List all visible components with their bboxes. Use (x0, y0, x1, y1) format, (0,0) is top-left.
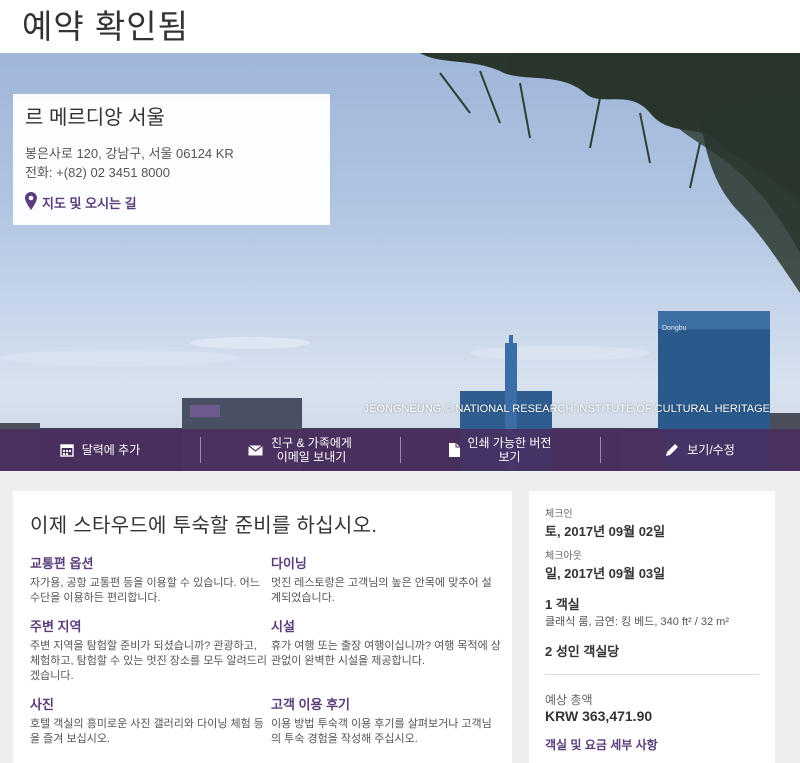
tile-dining[interactable]: 다이닝 멋진 레스토랑은 고객님의 높은 안목에 맞추어 설계되었습니다. (271, 553, 501, 606)
tile-title[interactable]: 교통편 옵션 (30, 553, 270, 572)
checkout-label: 체크아웃 (545, 551, 582, 562)
hotel-name: 르 메르디앙 서울 (25, 107, 165, 129)
email-friends-label: 친구 & 가족에게 이메일 보내기 (271, 436, 352, 464)
hotel-phone[interactable]: 전화: +(82) 02 3451 8000 (25, 163, 318, 182)
map-pin-icon (25, 192, 37, 213)
hotel-address: 봉은사로 120, 강남구, 서울 06124 KR (25, 146, 234, 161)
photo-credit: JEONGNEUNG © NATIONAL RESEARCH INSTITUTE… (363, 403, 770, 415)
tile-title[interactable]: 주변 지역 (30, 616, 270, 635)
printable-version-button[interactable]: 인쇄 가능한 버전 보기 (400, 429, 600, 471)
tile-body: 이용 방법 투숙객 이용 후기를 살펴보거나 고객님의 투숙 경험을 작성해 주… (271, 718, 492, 745)
tile-body: 호텔 객실의 흥미로운 사진 갤러리와 다이닝 체험 등을 즐겨 보십시오. (30, 718, 264, 745)
hero-banner: Dongbu 르 메르디앙 서울 봉은사로 120, 강남구, 서울 06124… (0, 53, 800, 471)
hotel-info-card: 르 메르디앙 서울 봉은사로 120, 강남구, 서울 06124 KR 전화:… (13, 94, 330, 225)
tile-body: 주변 지역을 탐험할 준비가 되셨습니까? 관광하고, 체험하고, 탐험할 수 … (30, 640, 267, 682)
tile-photos[interactable]: 사진 호텔 객실의 흥미로운 사진 갤러리와 다이닝 체험 등을 즐겨 보십시오… (30, 694, 270, 747)
prepare-stay-panel: 이제 스타우드에 투숙할 준비를 하십시오. 교통편 옵션 자가용, 공항 교통… (13, 491, 512, 763)
tile-transportation[interactable]: 교통편 옵션 자가용, 공항 교통편 등을 이용할 수 있습니다. 어느 수단을… (30, 553, 270, 606)
map-directions-label: 지도 및 오시는 길 (42, 196, 137, 211)
add-to-calendar-label: 달력에 추가 (81, 443, 141, 457)
building-sign: Dongbu (662, 325, 687, 332)
pencil-icon (665, 443, 679, 457)
total-amount: KRW 363,471.90 (545, 708, 653, 724)
tile-title[interactable]: 다이닝 (271, 553, 501, 572)
checkin-label: 체크인 (545, 509, 573, 520)
guest-count: 2 성인 객실당 (545, 644, 620, 659)
prepare-stay-heading: 이제 스타우드에 투숙할 준비를 하십시오. (30, 515, 378, 537)
tile-title[interactable]: 시설 (271, 616, 501, 635)
envelope-icon (248, 444, 263, 456)
email-friends-button[interactable]: 친구 & 가족에게 이메일 보내기 (200, 429, 400, 471)
room-type: 클래식 룸, 금연: 킹 베드, 340 ft² / 32 m² (545, 616, 729, 628)
map-directions-link[interactable]: 지도 및 오시는 길 (25, 192, 318, 213)
tile-body: 멋진 레스토랑은 고객님의 높은 안목에 맞추어 설계되었습니다. (271, 577, 492, 604)
document-icon (448, 443, 460, 457)
divider (545, 674, 759, 675)
view-edit-label: 보기/수정 (687, 443, 735, 457)
tile-reviews[interactable]: 고객 이용 후기 이용 방법 투숙객 이용 후기를 살펴보거나 고객님의 투숙 … (271, 694, 501, 747)
add-to-calendar-button[interactable]: 달력에 추가 (0, 429, 200, 471)
action-bar: 달력에 추가 친구 & 가족에게 이메일 보내기 인쇄 가능한 버전 보기 보기… (0, 429, 800, 471)
total-label: 예상 총액 (545, 693, 593, 707)
page-title: 예약 확인됨 (22, 8, 189, 45)
tile-body: 휴가 여행 또는 출장 여행이십니까? 여행 목적에 상관없이 완벽한 시설을 … (271, 640, 501, 667)
tile-title[interactable]: 사진 (30, 694, 270, 713)
checkin-date: 토, 2017년 09월 02일 (545, 524, 666, 539)
room-rate-details-link[interactable]: 객실 및 요금 세부 사항 (545, 736, 759, 753)
checkout-date: 일, 2017년 09월 03일 (545, 566, 666, 581)
room-count: 1 객실 (545, 597, 580, 612)
tile-body: 자가용, 공항 교통편 등을 이용할 수 있습니다. 어느 수단을 이용하든 편… (30, 577, 260, 604)
printable-version-label: 인쇄 가능한 버전 보기 (467, 436, 552, 464)
calendar-icon (60, 443, 74, 457)
tile-neighborhood[interactable]: 주변 지역 주변 지역을 탐험할 준비가 되셨습니까? 관광하고, 체험하고, … (30, 616, 270, 684)
tile-facilities[interactable]: 시설 휴가 여행 또는 출장 여행이십니까? 여행 목적에 상관없이 완벽한 시… (271, 616, 501, 684)
booking-summary-panel: 체크인 토, 2017년 09월 02일 체크아웃 일, 2017년 09월 0… (529, 491, 775, 763)
tile-title[interactable]: 고객 이용 후기 (271, 694, 501, 713)
view-edit-button[interactable]: 보기/수정 (600, 429, 800, 471)
